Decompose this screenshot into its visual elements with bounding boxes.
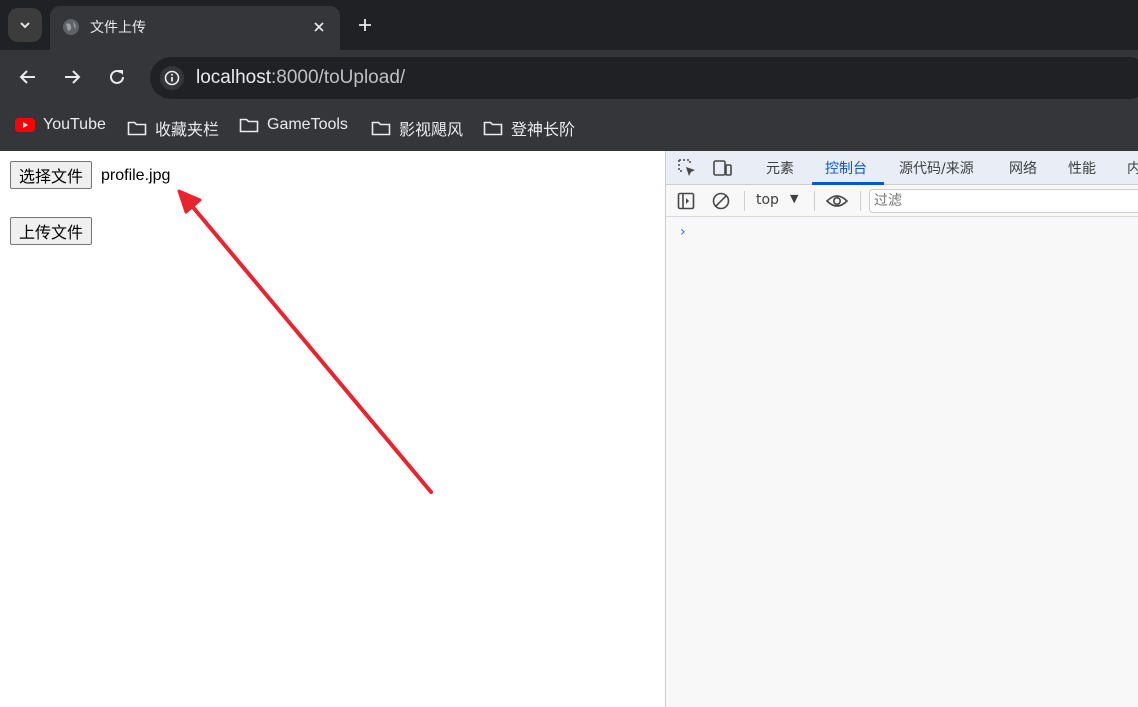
tab-memory-truncated[interactable]: 内 — [1127, 158, 1138, 178]
tab-network[interactable]: 网络 — [1009, 158, 1037, 178]
folder-icon — [127, 121, 147, 136]
annotation-arrow — [177, 189, 433, 494]
browser-toolbar: localhost:8000/toUpload/ — [0, 50, 1138, 104]
devtools-tabbar: 元素 控制台 源代码/来源 网络 性能 内 — [666, 151, 1138, 185]
toolbar-divider — [860, 191, 861, 211]
youtube-icon — [15, 118, 35, 132]
browser-tab[interactable]: 文件上传 — [50, 6, 340, 50]
tab-sources[interactable]: 源代码/来源 — [899, 158, 974, 178]
folder-icon — [239, 118, 259, 133]
back-button[interactable] — [12, 61, 44, 93]
tab-title: 文件上传 — [90, 20, 146, 36]
console-filter-input[interactable] — [869, 189, 1138, 213]
tab-close-button[interactable] — [308, 16, 330, 38]
js-context-selector[interactable]: top — [756, 192, 779, 208]
arrow-right-icon — [65, 70, 81, 84]
bookmark-label: 影视飓风 — [399, 122, 464, 139]
tab-strip: 文件上传 — [0, 0, 1138, 50]
tab-elements[interactable]: 元素 — [766, 158, 794, 178]
devtools-panel: 元素 控制台 源代码/来源 网络 性能 内 top ▼ › — [665, 151, 1138, 707]
sidebar-toggle-icon[interactable] — [675, 190, 697, 212]
clear-console-icon[interactable] — [710, 190, 732, 212]
bookmark-folder-gametools[interactable]: GameTools — [239, 116, 348, 134]
bookmark-label: YouTube — [43, 116, 106, 133]
eye-icon[interactable] — [824, 190, 850, 212]
site-info-button[interactable] — [160, 66, 184, 90]
url-host: localhost — [196, 67, 271, 88]
folder-icon — [371, 121, 391, 136]
bookmark-label: GameTools — [267, 116, 348, 133]
bookmark-folder-yingshi[interactable]: 影视飓风 — [371, 116, 463, 140]
bookmark-label: 登神长阶 — [511, 122, 576, 139]
close-icon — [314, 22, 324, 32]
dropdown-arrow-icon: ▼ — [790, 192, 799, 205]
bookmark-label: 收藏夹栏 — [155, 122, 220, 139]
bookmark-youtube[interactable]: YouTube — [15, 116, 106, 134]
chevron-down-icon — [20, 22, 30, 29]
new-tab-button[interactable] — [352, 12, 378, 38]
toolbar-divider — [814, 191, 815, 211]
globe-icon — [63, 19, 79, 35]
bookmark-folder-dengshen[interactable]: 登神长阶 — [483, 116, 575, 140]
bookmarks-bar: YouTube 收藏夹栏 GameTools 影视飓风 登神长阶 — [0, 104, 1138, 151]
tab-console[interactable]: 控制台 — [825, 158, 867, 178]
url-text[interactable]: localhost:8000/toUpload/ — [196, 67, 405, 89]
toolbar-divider — [744, 191, 745, 211]
url-path: :8000/toUpload/ — [271, 67, 406, 88]
device-toolbar-icon[interactable] — [711, 157, 733, 183]
tab-performance[interactable]: 性能 — [1068, 158, 1096, 178]
forward-button[interactable] — [56, 61, 88, 93]
folder-icon — [483, 121, 503, 136]
address-bar[interactable]: localhost:8000/toUpload/ — [150, 57, 1138, 99]
page-content: 选择文件 profile.jpg 上传文件 — [0, 151, 665, 707]
inspect-element-icon[interactable] — [676, 157, 698, 183]
console-toolbar: top ▼ — [666, 185, 1138, 217]
plus-icon — [359, 19, 371, 31]
reload-button[interactable] — [101, 61, 133, 93]
arrow-left-icon — [19, 70, 35, 84]
info-icon — [164, 70, 180, 86]
bookmark-folder-favorites[interactable]: 收藏夹栏 — [127, 116, 219, 140]
tab-search-button[interactable] — [8, 8, 42, 42]
console-prompt-icon[interactable]: › — [680, 224, 686, 240]
reload-icon — [110, 69, 124, 84]
